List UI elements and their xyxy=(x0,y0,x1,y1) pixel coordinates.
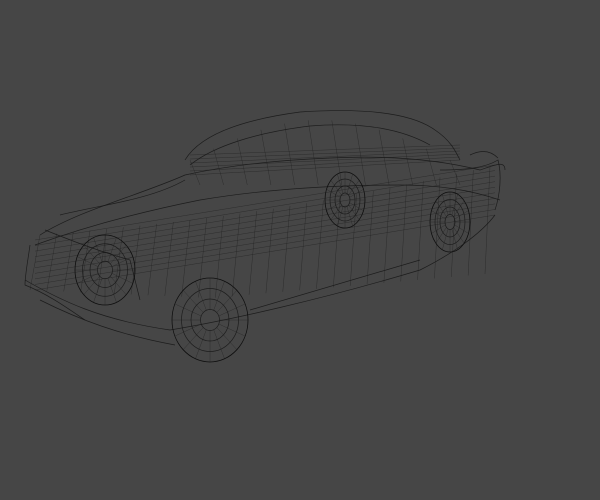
mesh-edge xyxy=(189,159,461,176)
mesh-edge xyxy=(189,153,461,168)
mesh-edge xyxy=(402,138,413,186)
mesh-edge xyxy=(164,221,174,296)
mesh-edge xyxy=(449,159,461,186)
mesh-edge xyxy=(284,123,295,186)
wheel xyxy=(324,171,366,229)
mesh-edge xyxy=(34,164,496,241)
mesh-edge xyxy=(383,187,391,283)
mesh-edge xyxy=(34,181,496,257)
mesh-edge xyxy=(34,203,496,280)
mesh-edge xyxy=(355,123,366,186)
mesh-edge xyxy=(316,200,324,289)
mesh-edge xyxy=(260,129,272,186)
mesh-edge xyxy=(189,156,461,172)
wheels xyxy=(74,171,471,363)
mesh-edge xyxy=(366,191,374,285)
mesh-edge xyxy=(34,198,496,274)
mesh-edge xyxy=(215,215,224,298)
car-body-wireframe xyxy=(24,110,506,346)
mesh-edge xyxy=(307,120,319,186)
mesh-edge xyxy=(29,234,41,291)
mesh-lines xyxy=(29,120,496,298)
mesh-edge xyxy=(34,175,496,252)
mesh-edge xyxy=(248,211,257,295)
mesh-edge xyxy=(237,138,248,186)
wheel xyxy=(74,234,136,306)
mesh-edge xyxy=(34,192,496,269)
mesh-edge xyxy=(426,148,437,186)
mesh-edge xyxy=(231,213,241,297)
3d-viewport[interactable] xyxy=(0,0,600,500)
mesh-edge xyxy=(417,180,424,280)
mesh-edge xyxy=(34,186,496,263)
mesh-edge xyxy=(400,184,407,282)
mesh-edge xyxy=(189,150,461,164)
car-wireframe xyxy=(24,110,506,363)
wheel xyxy=(429,191,471,253)
mesh-edge xyxy=(34,170,496,246)
mesh-edge xyxy=(265,208,274,294)
wheel xyxy=(171,277,249,363)
